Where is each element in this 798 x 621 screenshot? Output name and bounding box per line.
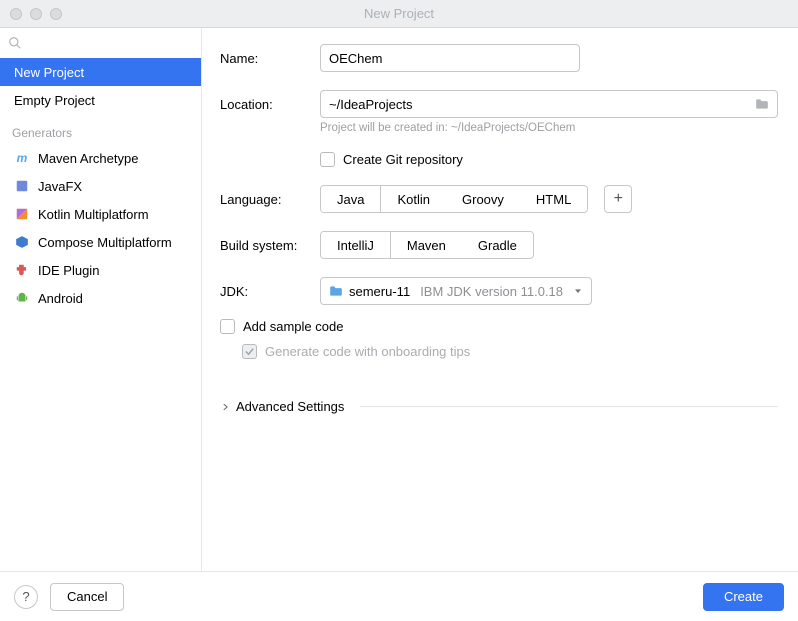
build-system-option-maven[interactable]: Maven (391, 232, 462, 258)
sidebar-item-kotlin-mp[interactable]: Kotlin Multiplatform (0, 200, 201, 228)
onboarding-tips-checkbox (242, 344, 257, 359)
sidebar-item-maven-archetype[interactable]: m Maven Archetype (0, 144, 201, 172)
onboarding-tips-row: Generate code with onboarding tips (242, 344, 778, 359)
add-language-button[interactable]: + (604, 185, 632, 213)
sidebar-item-label: IDE Plugin (38, 263, 99, 278)
zoom-window-icon[interactable] (50, 8, 62, 20)
language-segmented-control: JavaKotlinGroovyHTML (320, 185, 588, 213)
sidebar-item-android[interactable]: Android (0, 284, 201, 312)
location-input[interactable]: ~/IdeaProjects (320, 90, 778, 118)
dialog-footer: ? Cancel Create (0, 571, 798, 621)
project-type-sidebar: New Project Empty Project Generators m Ma… (0, 28, 202, 571)
language-option-groovy[interactable]: Groovy (446, 186, 520, 212)
language-option-html[interactable]: HTML (520, 186, 587, 212)
jdk-description: IBM JDK version 11.0.18 (420, 284, 563, 299)
build-system-option-intellij[interactable]: IntelliJ (321, 232, 391, 258)
build-system-label: Build system: (220, 238, 312, 253)
build-system-segmented-control: IntelliJMavenGradle (320, 231, 534, 259)
sidebar-item-compose-mp[interactable]: Compose Multiplatform (0, 228, 201, 256)
sidebar-item-label: Maven Archetype (38, 151, 138, 166)
language-option-java[interactable]: Java (321, 186, 381, 212)
language-label: Language: (220, 192, 312, 207)
cancel-button[interactable]: Cancel (50, 583, 124, 611)
language-option-kotlin[interactable]: Kotlin (381, 186, 446, 212)
sidebar-item-label: Compose Multiplatform (38, 235, 172, 250)
window-controls (10, 8, 62, 20)
create-button[interactable]: Create (703, 583, 784, 611)
sidebar-item-label: New Project (14, 65, 84, 80)
plugin-icon (14, 262, 30, 278)
name-input[interactable] (320, 44, 580, 72)
divider (360, 406, 778, 407)
sidebar-item-ide-plugin[interactable]: IDE Plugin (0, 256, 201, 284)
language-row: Language: JavaKotlinGroovyHTML + (220, 185, 778, 213)
close-window-icon[interactable] (10, 8, 22, 20)
advanced-settings-toggle[interactable]: Advanced Settings (220, 399, 778, 414)
folder-icon[interactable] (755, 98, 769, 110)
sidebar-search[interactable] (0, 28, 201, 58)
javafx-icon (14, 178, 30, 194)
help-button[interactable]: ? (14, 585, 38, 609)
add-sample-code-label: Add sample code (243, 319, 343, 334)
location-hint: Project will be created in: ~/IdeaProjec… (320, 122, 778, 134)
add-sample-code-checkbox[interactable] (220, 319, 235, 334)
sidebar-item-label: Kotlin Multiplatform (38, 207, 149, 222)
name-row: Name: (220, 44, 778, 72)
generators-heading: Generators (0, 114, 201, 144)
jdk-name: semeru-11 (349, 284, 410, 299)
compose-icon (14, 234, 30, 250)
sidebar-item-javafx[interactable]: JavaFX (0, 172, 201, 200)
name-label: Name: (220, 51, 312, 66)
sidebar-item-label: Empty Project (14, 93, 95, 108)
git-checkbox-label: Create Git repository (343, 152, 463, 167)
jdk-label: JDK: (220, 284, 312, 299)
sidebar-item-empty-project[interactable]: Empty Project (0, 86, 201, 114)
jdk-row: JDK: semeru-11 IBM JDK version 11.0.18 (220, 277, 778, 305)
advanced-settings-label: Advanced Settings (236, 399, 344, 414)
build-system-option-gradle[interactable]: Gradle (462, 232, 533, 258)
build-system-row: Build system: IntelliJMavenGradle (220, 231, 778, 259)
android-icon (14, 290, 30, 306)
git-checkbox-row[interactable]: Create Git repository (320, 152, 778, 167)
jdk-dropdown[interactable]: semeru-11 IBM JDK version 11.0.18 (320, 277, 592, 305)
sidebar-item-label: JavaFX (38, 179, 82, 194)
add-sample-code-row[interactable]: Add sample code (220, 319, 778, 334)
kotlin-icon (14, 206, 30, 222)
location-row: Location: ~/IdeaProjects (220, 90, 778, 118)
location-value: ~/IdeaProjects (329, 97, 412, 112)
sidebar-item-label: Android (38, 291, 83, 306)
minimize-window-icon[interactable] (30, 8, 42, 20)
maven-icon: m (14, 150, 30, 166)
sidebar-item-new-project[interactable]: New Project (0, 58, 201, 86)
folder-icon (329, 285, 343, 297)
window-title: New Project (0, 6, 798, 21)
window-title-bar: New Project (0, 0, 798, 28)
onboarding-tips-label: Generate code with onboarding tips (265, 344, 470, 359)
chevron-down-icon (573, 286, 583, 296)
new-project-form: Name: Location: ~/IdeaProjects Project w… (202, 28, 798, 571)
location-label: Location: (220, 97, 312, 112)
git-checkbox[interactable] (320, 152, 335, 167)
chevron-right-icon (220, 402, 230, 412)
